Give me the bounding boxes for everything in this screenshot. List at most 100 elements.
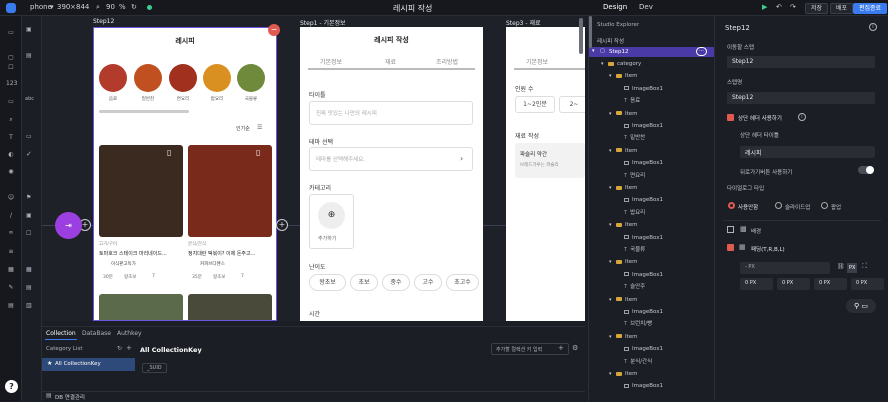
zoom-value[interactable]: 90 bbox=[106, 3, 115, 11]
caret-down-icon[interactable]: ▾ bbox=[609, 109, 616, 119]
save-button[interactable]: 저장 bbox=[805, 3, 829, 14]
category-image-drink[interactable] bbox=[99, 64, 127, 92]
app-logo-icon[interactable] bbox=[6, 3, 16, 13]
radio-icon[interactable]: ◉ bbox=[6, 168, 16, 176]
card-image-next[interactable] bbox=[188, 294, 272, 320]
ingredient-card[interactable] bbox=[515, 143, 585, 178]
tree-row[interactable]: ▾ Item bbox=[589, 71, 714, 81]
difficulty-chip[interactable]: 초보 bbox=[350, 274, 378, 291]
gear-icon[interactable]: ⚙ bbox=[572, 344, 578, 352]
sort-label[interactable]: 인기순 bbox=[236, 125, 250, 132]
difficulty-chip[interactable]: 중수 bbox=[382, 274, 410, 291]
padding-left-input[interactable]: 0 PX bbox=[851, 278, 884, 290]
dialog-option-none[interactable]: 사용안함 bbox=[738, 203, 758, 211]
tree-row[interactable]: ▾ category bbox=[589, 59, 714, 69]
tree-row[interactable]: ImageBox1 bbox=[589, 121, 714, 131]
tab-basic-info[interactable]: 기본정보 bbox=[320, 57, 342, 66]
action-fab-icon[interactable]: ⇥ bbox=[55, 212, 82, 239]
info-icon[interactable]: i bbox=[869, 23, 877, 31]
toggle-icon[interactable]: ◐ bbox=[6, 151, 16, 159]
calendar-icon[interactable]: ▦ bbox=[6, 266, 16, 274]
list-icon[interactable]: ≡ bbox=[6, 248, 16, 256]
link-icon[interactable]: ∞ bbox=[6, 229, 16, 237]
category-image-noodle[interactable] bbox=[169, 64, 197, 92]
size-icon[interactable]: abc bbox=[25, 96, 34, 102]
canvas-scrollbar[interactable] bbox=[579, 18, 583, 54]
card-image-tteokbokki[interactable] bbox=[188, 145, 272, 237]
bookmark-icon[interactable]: ▯ bbox=[167, 148, 171, 157]
px-unit-toggle[interactable]: PX bbox=[847, 263, 858, 273]
padding-all-input[interactable]: - PX bbox=[740, 262, 830, 274]
difficulty-chip[interactable]: 초고수 bbox=[446, 274, 479, 291]
tree-row[interactable]: ▾ Item bbox=[589, 146, 714, 156]
pin-icon[interactable]: ⚑ bbox=[26, 194, 31, 201]
difficulty-chip[interactable]: 고수 bbox=[414, 274, 442, 291]
difficulty-chip[interactable]: 왕초보 bbox=[309, 274, 346, 291]
caret-down-icon[interactable]: ▾ bbox=[609, 71, 616, 81]
caret-down-icon[interactable]: ▾ bbox=[609, 332, 616, 342]
tree-row[interactable]: T 분식/간식 bbox=[589, 357, 714, 367]
bookmark-icon[interactable]: ▯ bbox=[256, 148, 260, 157]
edit-end-button[interactable]: 편집종료 bbox=[853, 3, 888, 14]
title-input[interactable]: 진짜 맛있는 나만의 레시피 bbox=[309, 101, 473, 125]
input-icon[interactable]: ▭ bbox=[6, 98, 16, 106]
drag-handle-icon[interactable]: ▣ bbox=[26, 26, 36, 33]
caret-down-icon[interactable]: ▾ bbox=[609, 295, 616, 305]
add-step-right-icon[interactable]: + bbox=[276, 219, 288, 231]
caret-down-icon[interactable]: ▾ bbox=[601, 59, 608, 69]
db-connect-bar[interactable] bbox=[42, 391, 585, 402]
tree-row[interactable]: T 음료 bbox=[589, 96, 714, 106]
add-icon[interactable]: + bbox=[126, 344, 132, 352]
folder-toggle-icon[interactable]: ▤ bbox=[26, 52, 36, 59]
caret-down-icon[interactable]: ▾ bbox=[609, 220, 616, 230]
tab-dev[interactable]: Dev bbox=[633, 2, 659, 14]
theme-select[interactable]: 테마를 선택해주세요. bbox=[309, 147, 473, 171]
tree-row[interactable]: T 밥요리 bbox=[589, 208, 714, 218]
tree-row[interactable]: T 브런치/빵 bbox=[589, 319, 714, 329]
tree-row[interactable]: T 국물류 bbox=[589, 245, 714, 255]
link-icon[interactable]: ⛓ bbox=[837, 263, 845, 270]
undo-icon[interactable]: ↶ bbox=[776, 3, 782, 11]
refresh-icon[interactable]: ↻ bbox=[131, 3, 137, 11]
search-icon[interactable]: ⌕ bbox=[6, 116, 16, 124]
tab-collection[interactable]: Collection bbox=[46, 330, 76, 337]
header-title-input[interactable]: 레시피 bbox=[740, 146, 875, 158]
table-icon[interactable]: ▤ bbox=[26, 284, 32, 291]
check-icon[interactable]: ✓ bbox=[26, 150, 32, 158]
number-icon[interactable]: 123 bbox=[6, 80, 17, 88]
tree-row[interactable]: ImageBox1 bbox=[589, 233, 714, 243]
tree-row[interactable]: ImageBox1 bbox=[589, 344, 714, 354]
step-name-input[interactable]: Step12 bbox=[727, 92, 875, 104]
help-icon[interactable]: ? bbox=[5, 380, 18, 393]
info-icon[interactable]: i bbox=[798, 113, 806, 121]
tree-row[interactable]: ▾ Item bbox=[589, 369, 714, 379]
tab-ingredients[interactable]: 재료 bbox=[385, 57, 396, 66]
device-height[interactable]: 844 bbox=[76, 3, 89, 11]
page-icon[interactable]: ☐ bbox=[6, 64, 16, 72]
paint-icon[interactable]: ⚲ ▭ bbox=[846, 299, 876, 313]
category-image-rice[interactable] bbox=[203, 64, 231, 92]
category-image-soup[interactable] bbox=[237, 64, 265, 92]
dialog-radio-popup[interactable] bbox=[821, 202, 828, 209]
tree-row[interactable]: ▾ Item bbox=[589, 332, 714, 342]
background-checkbox[interactable] bbox=[727, 226, 734, 233]
category-image-side[interactable] bbox=[134, 64, 162, 92]
move-step-input[interactable]: Step12 bbox=[727, 56, 875, 68]
play-icon[interactable]: ▶ bbox=[762, 3, 767, 11]
more-icon[interactable]: ··· bbox=[696, 47, 707, 56]
servings-chip[interactable]: 2~ bbox=[559, 96, 585, 113]
suid-badge[interactable]: _SUID bbox=[142, 363, 167, 373]
dialog-option-popup[interactable]: 팝업 bbox=[831, 203, 841, 211]
dialog-radio-none[interactable] bbox=[728, 202, 735, 209]
grid-small-icon[interactable]: ▦ bbox=[26, 266, 32, 273]
image-icon[interactable]: ▣ bbox=[26, 212, 32, 219]
caret-down-icon[interactable]: ▾ bbox=[609, 146, 616, 156]
text-icon[interactable]: T bbox=[6, 134, 16, 142]
all-collection-label[interactable]: All CollectionKey bbox=[55, 361, 101, 367]
chart-icon[interactable]: ▥ bbox=[26, 302, 32, 309]
caret-down-icon[interactable]: ▾ bbox=[609, 369, 616, 379]
caret-down-icon[interactable]: ▾ bbox=[609, 257, 616, 267]
caret-down-icon[interactable]: ▾ bbox=[592, 48, 595, 54]
tree-row[interactable]: ▾ Item bbox=[589, 257, 714, 267]
tree-row[interactable]: ▾ Item bbox=[589, 295, 714, 305]
